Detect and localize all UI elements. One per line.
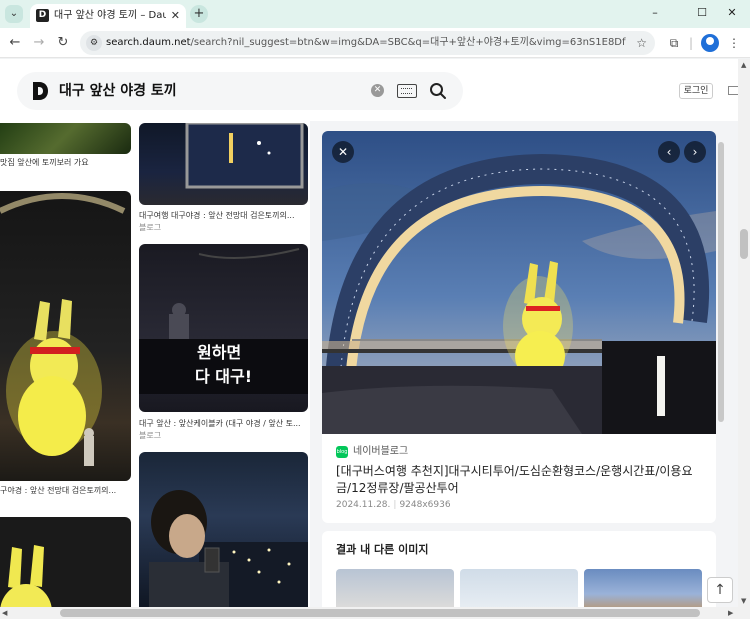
image-thumbnail-6[interactable] [139, 452, 308, 607]
image-source: 블로그 [139, 223, 162, 232]
browser-toolbar: ← → ↻ ⚙ search.daum.net/search?nil_sugge… [0, 28, 750, 58]
extensions-icon[interactable]: ⧉ [666, 34, 682, 52]
related-images-section: 결과 내 다른 이미지 [322, 531, 716, 607]
image-meta: 2024.11.28. | 9248x6936 [336, 500, 451, 510]
vertical-scrollbar[interactable]: ▲ ▼ [738, 59, 750, 607]
keyboard-icon[interactable] [397, 84, 417, 98]
rabbit-lantern-image [0, 193, 126, 466]
close-window-button[interactable]: ✕ [722, 4, 742, 22]
panel-scrollbar-thumb[interactable] [718, 142, 724, 422]
profile-icon[interactable] [701, 34, 719, 52]
image-caption: 맛집 앞산에 토끼보러 가요 [0, 158, 89, 167]
scroll-down-arrow-icon[interactable]: ▼ [741, 597, 746, 605]
related-thumbnail[interactable] [460, 569, 578, 607]
image-size: 9248x6936 [399, 500, 451, 510]
forward-icon[interactable]: → [30, 34, 48, 52]
toolbar-divider: | [689, 36, 694, 50]
source-name[interactable]: 네이버블로그 [353, 444, 408, 459]
rabbit-lantern-image [0, 545, 52, 607]
image-detail-panel: ✕ ‹ › blog 네이버블로그 [대구버스여행 추천지]대구시티투어/도심순… [310, 121, 738, 607]
menu-icon[interactable]: ⋮ [727, 34, 741, 52]
scroll-up-arrow-icon[interactable]: ▲ [741, 61, 746, 69]
minimize-button[interactable]: – [645, 4, 665, 22]
page-content: 대구 앞산 야경 토끼 ✕ 로그인 맛집 앞산에 토끼보러 가요 구야경 : 앞… [0, 59, 738, 607]
sign-text: 다 대구! [195, 367, 253, 386]
maximize-button[interactable]: ☐ [692, 4, 712, 22]
tab-search-menu-button[interactable]: ⌄ [5, 5, 23, 23]
related-thumbnail[interactable] [336, 569, 454, 607]
sign-text: 원하면 [197, 343, 242, 362]
detail-hero-image[interactable] [322, 131, 716, 434]
observatory-night-image [185, 123, 304, 189]
image-caption: 대구 앞산 : 앞산케이블카 (대구 야경 / 앞산 토... [139, 419, 301, 428]
vertical-scrollbar-thumb[interactable] [740, 229, 748, 259]
search-icon[interactable] [429, 82, 447, 100]
scroll-left-arrow-icon[interactable]: ◀ [2, 609, 7, 617]
prev-image-icon[interactable]: ‹ [658, 141, 680, 163]
image-thumbnail-1[interactable] [0, 123, 131, 154]
tab-active[interactable]: D 대구 앞산 야경 토끼 – Daum 검색 ✕ [30, 4, 186, 28]
close-icon[interactable]: ✕ [332, 141, 354, 163]
search-box[interactable]: 대구 앞산 야경 토끼 ✕ [17, 72, 463, 110]
daum-favicon-icon: D [36, 9, 49, 22]
scroll-right-arrow-icon[interactable]: ▶ [728, 609, 733, 617]
next-image-icon[interactable]: › [684, 141, 706, 163]
panel-scrollbar[interactable] [717, 137, 725, 527]
naver-blog-icon: blog [336, 446, 348, 458]
horizontal-scrollbar-thumb[interactable] [60, 609, 700, 617]
image-title-link[interactable]: [대구버스여행 추천지]대구시티투어/도심순환형코스/운행시간표/이용요금/12… [336, 463, 706, 497]
back-icon[interactable]: ← [6, 34, 24, 52]
mail-icon[interactable] [728, 86, 738, 95]
site-info-icon[interactable]: ⚙ [86, 35, 102, 51]
daum-logo-icon[interactable] [31, 81, 49, 101]
image-source: 블로그 [139, 431, 162, 440]
bookmark-star-icon[interactable]: ☆ [636, 34, 647, 52]
address-bar[interactable]: ⚙ search.daum.net/search?nil_suggest=btn… [80, 31, 655, 55]
new-tab-button[interactable]: + [190, 5, 208, 23]
search-query-input[interactable]: 대구 앞산 야경 토끼 [59, 81, 177, 101]
related-thumbnail[interactable] [584, 569, 702, 607]
tab-strip: ⌄ D 대구 앞산 야경 토끼 – Daum 검색 ✕ + – ☐ ✕ [0, 0, 750, 28]
horizontal-scrollbar[interactable]: ◀ ▶ [0, 607, 750, 619]
image-thumbnail-3[interactable] [0, 517, 131, 607]
image-date: 2024.11.28. [336, 500, 391, 510]
reload-icon[interactable]: ↻ [54, 34, 72, 52]
image-thumbnail-5[interactable]: 원하면 다 대구! [139, 244, 308, 412]
scroll-to-top-button[interactable]: ↑ [707, 577, 733, 603]
tab-title: 대구 앞산 야경 토끼 – Daum 검색 [54, 10, 166, 21]
login-button[interactable]: 로그인 [679, 83, 713, 99]
clear-icon[interactable]: ✕ [371, 84, 384, 97]
image-caption: 구야경 : 앞산 전망대 검은토끼의... [0, 486, 117, 495]
image-caption: 대구여행 대구야경 : 앞산 전망대 검은토끼의... [139, 211, 295, 220]
image-thumbnail-4[interactable] [139, 123, 308, 205]
image-thumbnail-2[interactable] [0, 191, 131, 481]
detail-card: ✕ ‹ › blog 네이버블로그 [대구버스여행 추천지]대구시티투어/도심순… [322, 131, 716, 523]
related-images-heading: 결과 내 다른 이미지 [336, 543, 429, 556]
person-night-view-image [149, 490, 308, 607]
url-text[interactable]: search.daum.net/search?nil_suggest=btn&w… [106, 35, 626, 51]
tab-close-icon[interactable]: ✕ [171, 8, 180, 23]
